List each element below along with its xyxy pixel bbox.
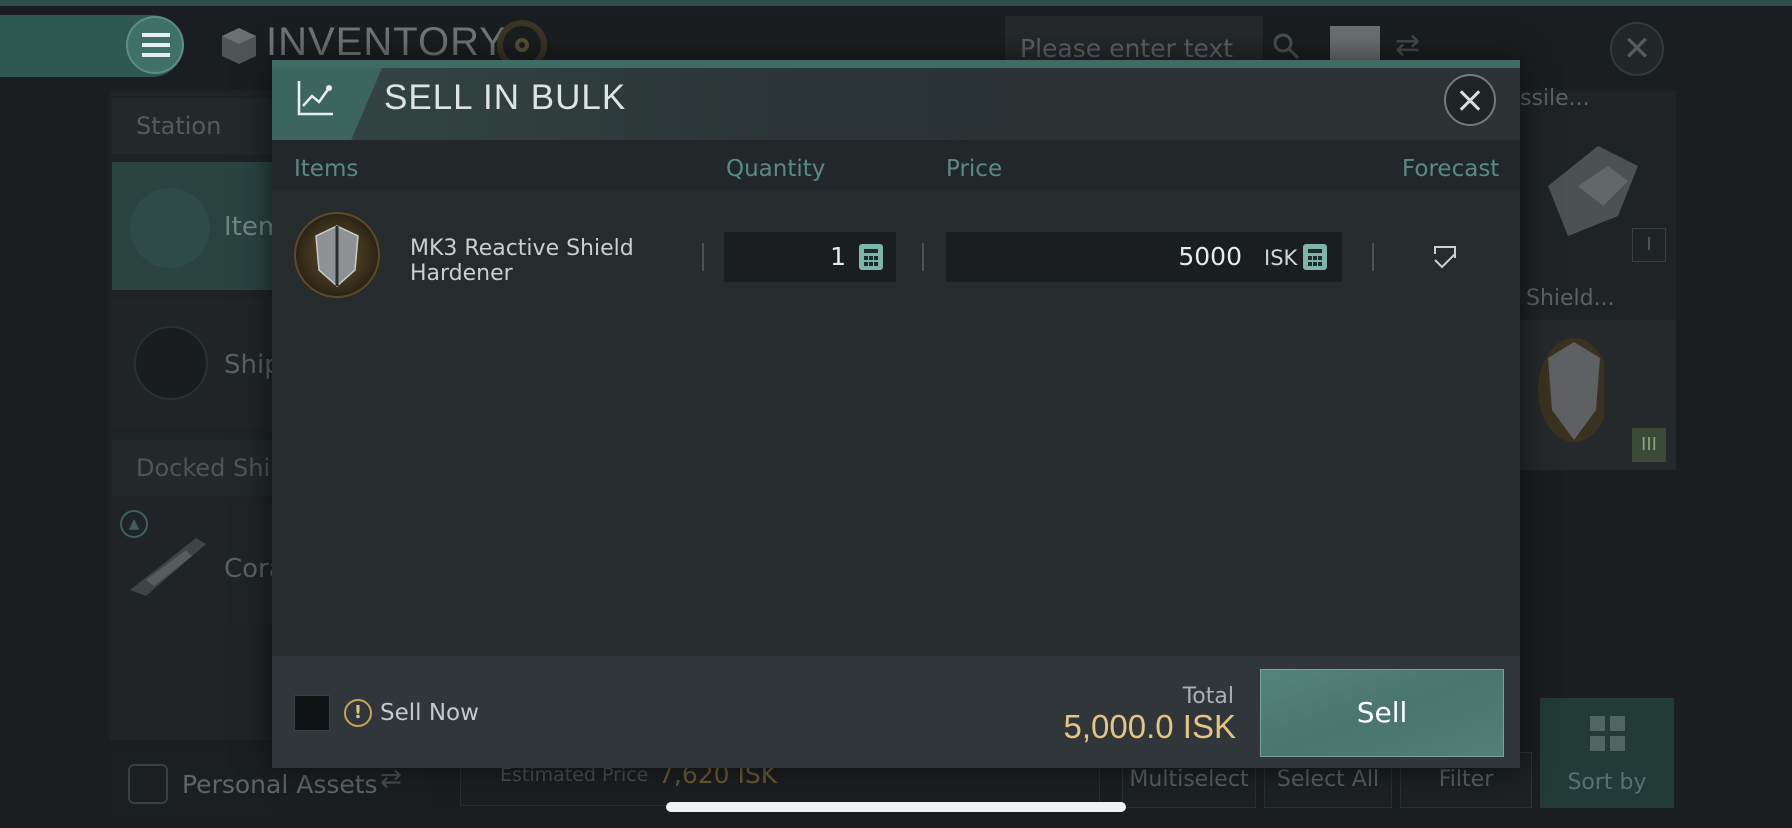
price-value: 5000 — [1178, 242, 1242, 271]
item-name: MK3 Reactive Shield Hardener — [410, 236, 634, 286]
search-icon[interactable] — [1272, 32, 1300, 60]
docked-ship-section-label: Docked Ship — [136, 454, 286, 482]
forecast-icon[interactable] — [1432, 244, 1458, 270]
inventory-close-button[interactable]: ✕ — [1610, 22, 1664, 76]
dialog-title: SELL IN BULK — [384, 78, 627, 117]
cube-icon — [222, 28, 256, 64]
station-section-label: Station — [136, 112, 222, 140]
home-indicator[interactable] — [666, 802, 1126, 812]
safe-icon — [128, 764, 168, 804]
close-icon[interactable] — [1444, 74, 1496, 126]
swap-icon[interactable]: ⇄ — [380, 764, 402, 794]
inventory-title: INVENTORY — [266, 20, 507, 64]
total-label: Total — [1182, 684, 1234, 709]
ship-icon — [130, 538, 206, 596]
swap-icon[interactable]: ⇄ — [1395, 28, 1420, 63]
quantity-value: 1 — [830, 242, 846, 271]
grid-icon — [1590, 716, 1626, 752]
search-placeholder: Please enter text — [1020, 34, 1234, 63]
shield-icon — [294, 212, 380, 298]
calculator-icon[interactable] — [859, 244, 883, 270]
warning-icon[interactable]: ! — [344, 699, 372, 727]
divider — [1372, 243, 1374, 271]
total-value: 5,000.0 ISK — [1063, 708, 1236, 745]
column-header-quantity: Quantity — [726, 156, 826, 182]
sell-now-label: Sell Now — [380, 700, 479, 726]
calculator-icon[interactable] — [1303, 244, 1327, 270]
item-card-label: ssile... — [1520, 86, 1590, 111]
price-currency: ISK — [1264, 246, 1298, 270]
divider — [702, 243, 704, 271]
sort-by-label: Sort by — [1567, 770, 1647, 795]
table-header — [272, 140, 1520, 190]
tier-badge: III — [1632, 428, 1666, 462]
shield-icon — [1538, 338, 1604, 442]
sell-now-checkbox[interactable] — [294, 695, 330, 731]
column-header-forecast: Forecast — [1402, 156, 1500, 182]
ship-icon — [134, 326, 208, 400]
sell-button[interactable]: Sell — [1260, 669, 1504, 757]
personal-assets-label: Personal Assets — [182, 770, 378, 799]
chart-icon — [297, 81, 333, 116]
cube-icon — [130, 188, 210, 268]
hamburger-menu-button[interactable] — [126, 16, 184, 74]
column-header-price: Price — [946, 156, 1003, 182]
top-accent-bar — [0, 0, 1792, 6]
divider — [922, 243, 924, 271]
tier-badge: I — [1632, 228, 1666, 262]
dialog-accent-bar — [272, 60, 1520, 68]
item-card-label: Shield... — [1526, 286, 1615, 311]
column-header-items: Items — [294, 156, 359, 182]
